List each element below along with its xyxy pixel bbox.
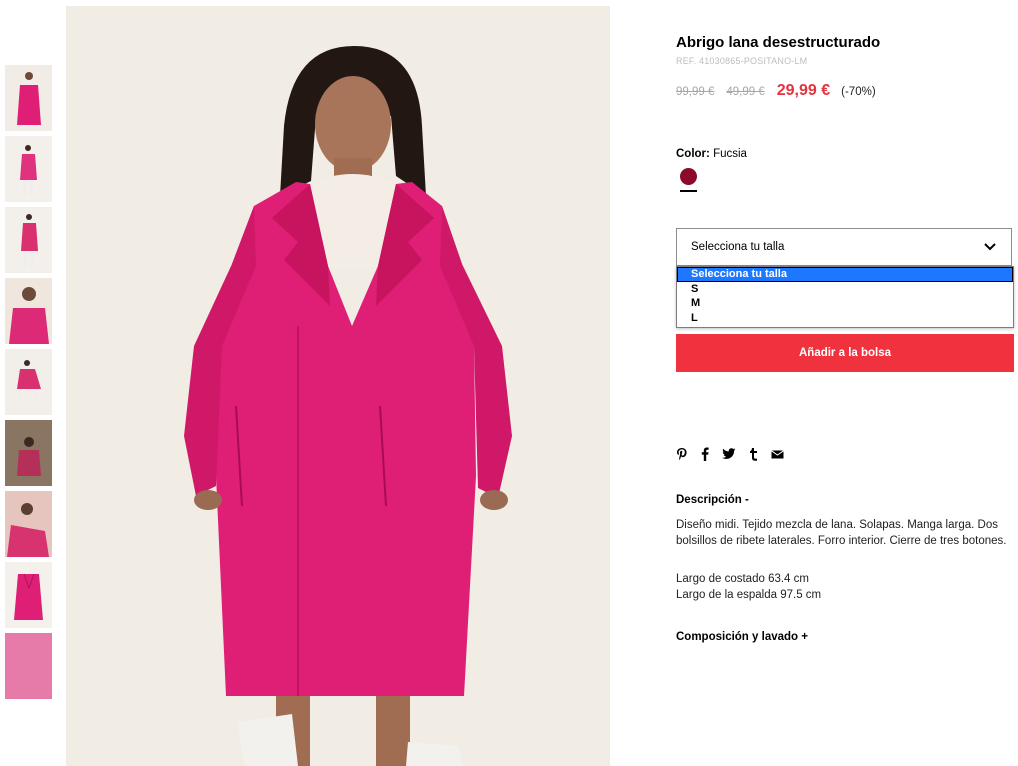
thumbnail-9[interactable] <box>5 633 52 699</box>
product-title: Abrigo lana desestructurado <box>676 34 881 51</box>
thumbnail-1[interactable] <box>5 65 52 131</box>
current-price: 29,99 € <box>776 82 831 99</box>
selected-swatch-indicator <box>680 190 697 192</box>
share-icons <box>676 447 797 461</box>
facebook-icon[interactable] <box>701 447 709 461</box>
chevron-down-icon <box>983 240 997 252</box>
size-option-m[interactable]: M <box>677 296 1013 311</box>
add-to-bag-button[interactable]: Añadir a la bolsa <box>676 334 1014 372</box>
thumbnail-2[interactable] <box>5 136 52 202</box>
size-option-l[interactable]: L <box>677 311 1013 326</box>
thumbnail-6[interactable] <box>5 420 52 486</box>
product-ref: REF. 41030865-POSITANO-LM <box>676 56 808 66</box>
size-dropdown-list: Selecciona tu talla S M L <box>676 266 1014 328</box>
description-text: Diseño midi. Tejido mezcla de lana. Sola… <box>676 519 1007 547</box>
thumbnail-8[interactable] <box>5 562 52 628</box>
original-price: 99,99 € <box>676 86 715 98</box>
size-select[interactable]: Selecciona tu talla <box>676 228 1012 266</box>
color-swatch-fucsia[interactable] <box>680 168 697 185</box>
thumbnail-5[interactable] <box>5 349 52 415</box>
tumblr-icon[interactable] <box>749 447 758 461</box>
thumbnail-3[interactable] <box>5 207 52 273</box>
size-select-value: Selecciona tu talla <box>691 241 785 253</box>
composition-heading[interactable]: Composición y lavado + <box>676 631 808 643</box>
description-heading[interactable]: Descripción - <box>676 494 749 506</box>
thumbnail-gallery <box>5 65 52 704</box>
discount-badge: (-70%) <box>841 86 876 98</box>
previous-price: 49,99 € <box>726 86 765 98</box>
main-product-image <box>66 6 610 766</box>
email-icon[interactable] <box>771 449 784 459</box>
measure-side-length: Largo de costado 63.4 cm <box>676 573 809 585</box>
measure-back-length: Largo de la espalda 97.5 cm <box>676 589 822 601</box>
size-option-s[interactable]: S <box>677 282 1013 297</box>
twitter-icon[interactable] <box>722 448 736 460</box>
thumbnail-4[interactable] <box>5 278 52 344</box>
pinterest-icon[interactable] <box>676 447 688 461</box>
size-option-placeholder[interactable]: Selecciona tu talla <box>677 267 1013 282</box>
color-label-row: Color: Fucsia <box>676 148 747 160</box>
color-label: Color: <box>676 148 710 160</box>
thumbnail-7[interactable] <box>5 491 52 557</box>
price-block: 99,99 € 49,99 € 29,99 € (-70%) <box>676 82 876 100</box>
color-value: Fucsia <box>713 148 747 160</box>
